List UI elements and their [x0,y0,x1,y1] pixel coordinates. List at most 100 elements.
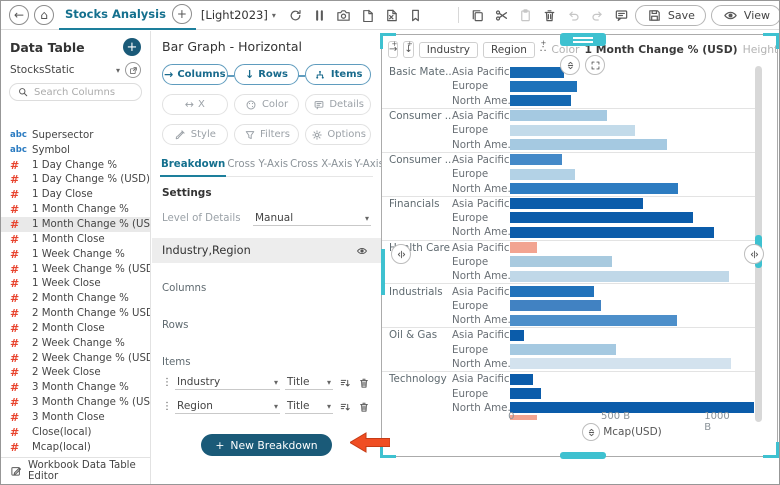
field-item[interactable]: #1 Month Change % (USD) [1,217,150,232]
field-item[interactable]: #1 Week Change % (USD) [1,262,150,277]
region-label[interactable]: Europe [452,212,510,224]
region-label[interactable]: North Ame... [452,270,510,282]
field-item[interactable]: abcSupersector [1,128,150,143]
region-label[interactable]: North Ame... [452,95,510,107]
item-mode-select[interactable]: Title▾ [285,399,333,414]
region-label[interactable]: Asia Pacific [452,66,510,78]
region-label[interactable]: Europe [452,344,510,356]
bar[interactable] [510,139,667,150]
field-item[interactable]: #3 Month Change % [1,380,150,395]
export-pdf-icon[interactable] [359,7,376,24]
search-input[interactable] [34,87,134,98]
item-field-select[interactable]: Region▾ [175,399,280,414]
open-data-table-button[interactable] [125,62,141,78]
items-shelf-button[interactable]: Items [305,64,371,85]
chart-plot-area[interactable]: Basic Mate...Asia PacificEuropeNorth Ame… [382,65,756,420]
add-breakdown-level-button[interactable]: ∴+ [540,41,546,58]
breadcrumb-region[interactable]: Region [483,42,535,58]
region-label[interactable]: Europe [452,256,510,268]
region-label[interactable]: Asia Pacific [452,242,510,254]
drag-handle-icon[interactable]: ⋮ [162,377,170,388]
copy-icon[interactable] [469,7,486,24]
sort-icon[interactable] [338,376,352,390]
item-field-select[interactable]: Industry▾ [175,375,280,390]
field-item[interactable]: #2 Week Change % (USD) [1,351,150,366]
bookmark-icon[interactable] [407,7,424,24]
bar[interactable] [510,212,693,223]
industry-label[interactable]: Basic Mate... [382,66,452,78]
delete-icon[interactable] [541,7,558,24]
field-item[interactable]: #2 Month Change % USD [1,306,150,321]
style-shelf-button[interactable]: Style [162,124,228,145]
color-value[interactable]: 1 Month Change % (USD) [585,43,738,56]
notifications-icon[interactable] [431,7,448,24]
region-label[interactable]: Asia Pacific [452,286,510,298]
filters-shelf-button[interactable]: Filters [234,124,300,145]
bar[interactable] [510,227,714,238]
bar[interactable] [510,81,577,92]
field-item[interactable]: #2 Month Close [1,321,150,336]
region-label[interactable]: North Ame... [452,314,510,326]
maximize-button[interactable] [585,55,605,75]
add-tab-button[interactable]: + [172,4,192,24]
industry-label[interactable]: Consumer ... [382,110,452,122]
bar[interactable] [510,388,541,399]
bar[interactable] [510,110,607,121]
bar[interactable] [510,374,533,385]
options-shelf-button[interactable]: Options [305,124,371,145]
breakdown-header[interactable]: Industry,Region [152,238,381,263]
region-label[interactable]: Europe [452,300,510,312]
region-label[interactable]: Europe [452,388,510,400]
field-item[interactable]: #1 Month Close [1,232,150,247]
delete-item-icon[interactable] [357,376,371,390]
bar[interactable] [510,286,594,297]
visibility-eye-icon[interactable] [355,244,369,258]
export-excel-icon[interactable] [383,7,400,24]
comment-icon[interactable] [613,7,630,24]
resize-handle-left[interactable] [391,244,411,264]
region-label[interactable]: North Ame... [452,358,510,370]
fit-rows-button[interactable] [560,55,580,75]
field-item[interactable]: #1 Day Change % (USD) [1,173,150,188]
field-item[interactable]: abcSymbol [1,143,150,158]
bar[interactable] [510,169,575,180]
tab-cross-x-axis[interactable]: Cross X-Axis [289,155,353,176]
bar[interactable] [510,242,537,253]
bar[interactable] [510,300,601,311]
bar[interactable] [510,198,643,209]
columns-shelf-button[interactable]: →Columns [162,64,228,85]
bar[interactable] [510,95,571,106]
bar[interactable] [510,256,612,267]
panel-drag-handle-top[interactable] [560,33,606,46]
bar[interactable] [510,183,678,194]
field-item[interactable]: #Mcap(USD) [1,455,150,456]
bar[interactable] [510,344,616,355]
new-breakdown-button[interactable]: + New Breakdown [201,434,331,456]
sort-icon[interactable] [338,400,352,414]
view-button[interactable]: View [711,5,780,26]
field-item[interactable]: #Mcap(local) [1,440,150,455]
refresh-icon[interactable] [287,7,304,24]
tab-breakdown[interactable]: Breakdown [160,155,226,177]
save-button[interactable]: Save [635,5,706,26]
region-label[interactable]: Asia Pacific [452,110,510,122]
region-label[interactable]: North Ame... [452,139,510,151]
field-item[interactable]: #3 Month Close [1,410,150,425]
color-shelf-button[interactable]: Color [234,94,300,115]
bar[interactable] [510,358,731,369]
pause-icon[interactable] [311,7,328,24]
industry-label[interactable]: Industrials [382,286,452,298]
x-axis-title[interactable]: Mcap(USD) [510,426,755,438]
bar[interactable] [510,154,562,165]
region-label[interactable]: Asia Pacific [452,329,510,341]
field-item[interactable]: #1 Week Close [1,276,150,291]
industry-label[interactable]: Oil & Gas [382,329,452,341]
rows-shelf-button[interactable]: ↓Rows [234,64,300,85]
field-item[interactable]: #Close(local) [1,425,150,440]
bar[interactable] [510,67,564,78]
item-mode-select[interactable]: Title▾ [285,375,333,390]
drag-handle-icon[interactable]: ⋮ [162,401,170,412]
bar[interactable] [510,125,635,136]
bar[interactable] [510,271,729,282]
field-item[interactable]: #2 Month Change % [1,291,150,306]
